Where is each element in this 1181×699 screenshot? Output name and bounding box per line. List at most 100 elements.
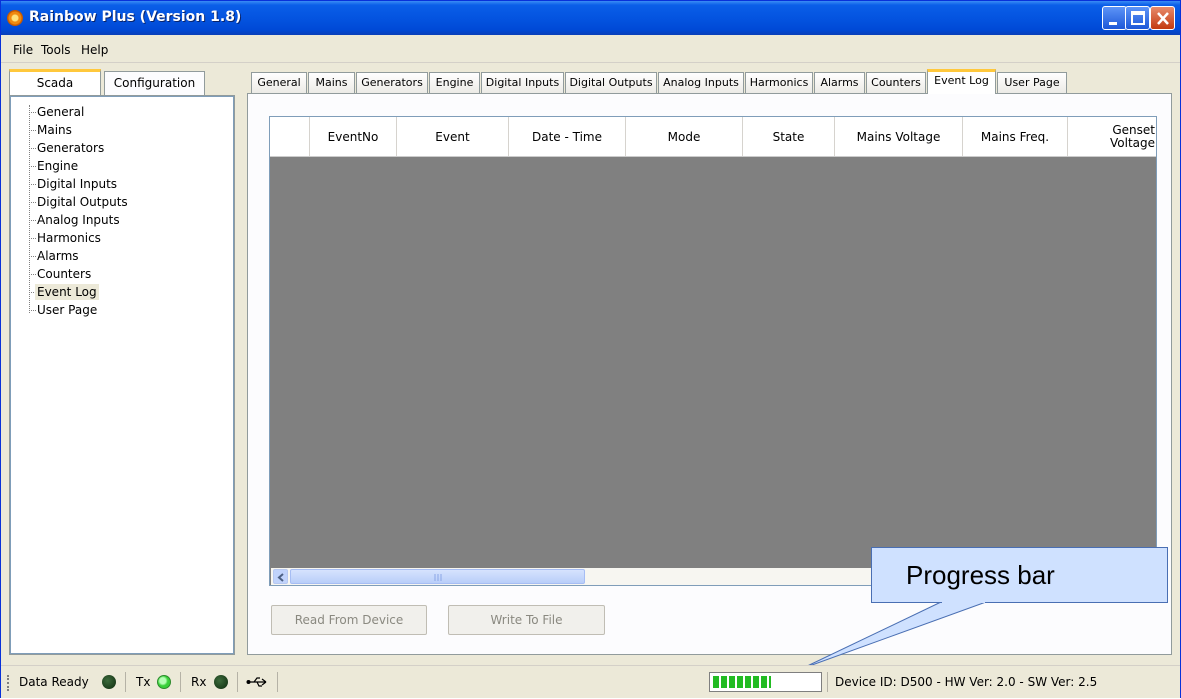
- tree-connector: [29, 130, 36, 131]
- menu-bar: File Tools Help: [1, 37, 1180, 63]
- column-header-label: Event: [435, 129, 470, 144]
- progress-bar-fill: [713, 676, 771, 688]
- progress-bar: [709, 672, 822, 692]
- status-bar: Data Ready Tx Rx Device ID: D500 - HW Ve…: [1, 665, 1180, 698]
- scroll-thumb[interactable]: [290, 569, 585, 584]
- column-header-mode[interactable]: Mode: [626, 117, 743, 156]
- tab-alarms[interactable]: Alarms: [814, 72, 865, 93]
- navigation-tree-panel: General Mains Generators Engine Digital …: [9, 95, 235, 655]
- column-header-event-no[interactable]: Event No: [310, 117, 397, 156]
- status-separator: [125, 672, 126, 692]
- write-to-file-button[interactable]: Write To File: [448, 605, 605, 635]
- chevron-left-icon: [277, 573, 284, 582]
- column-header-event[interactable]: Event: [397, 117, 509, 156]
- tree-item-generators[interactable]: Generators: [37, 140, 104, 156]
- tree-connector: [29, 220, 36, 221]
- menu-file[interactable]: File: [13, 43, 33, 57]
- tree-item-alarms[interactable]: Alarms: [37, 248, 79, 264]
- column-header-label: Mains Freq.: [980, 129, 1050, 144]
- tree-item-mains[interactable]: Mains: [37, 122, 72, 138]
- callout-text: Progress bar: [906, 560, 1055, 590]
- title-bar[interactable]: Rainbow Plus (Version 1.8): [1, 1, 1180, 35]
- tab-digital-inputs[interactable]: Digital Inputs: [481, 72, 564, 93]
- grip-icon: [434, 574, 442, 581]
- data-ready-indicator-icon: [102, 675, 116, 689]
- tab-digital-outputs[interactable]: Digital Outputs: [565, 72, 657, 93]
- navigation-tree[interactable]: General Mains Generators Engine Digital …: [10, 96, 234, 654]
- column-header-label: Date - Time: [531, 129, 602, 144]
- tree-connector: [29, 256, 36, 257]
- progress-bar-callout: Progress bar: [871, 547, 1168, 603]
- device-info-text: Device ID: D500 - HW Ver: 2.0 - SW Ver: …: [835, 675, 1098, 689]
- tree-item-counters[interactable]: Counters: [37, 266, 91, 282]
- app-window: Rainbow Plus (Version 1.8) File Tools He…: [0, 0, 1181, 698]
- column-header-label: Genset Voltage: [1110, 124, 1155, 150]
- rx-indicator-icon: [214, 675, 228, 689]
- tree-item-general[interactable]: General: [37, 104, 84, 120]
- tab-harmonics[interactable]: Harmonics: [745, 72, 813, 93]
- tab-counters[interactable]: Counters: [866, 72, 926, 93]
- tree-connector: [29, 310, 36, 311]
- tree-connector: [29, 166, 36, 167]
- tree-item-user-page[interactable]: User Page: [37, 302, 97, 318]
- usb-icon: [246, 677, 267, 687]
- event-log-table[interactable]: Event No Event Date - Time Mode State Mai…: [269, 116, 1157, 586]
- column-header-date-time[interactable]: Date - Time: [509, 117, 626, 156]
- tree-item-event-log[interactable]: Event Log: [35, 284, 99, 300]
- rx-label: Rx: [191, 675, 207, 689]
- grip-icon: [7, 675, 10, 691]
- maximize-button[interactable]: [1125, 6, 1150, 30]
- tab-configuration[interactable]: Configuration: [104, 71, 205, 95]
- column-header-genset-voltage[interactable]: Genset Voltage: [1068, 117, 1156, 156]
- tree-item-digital-outputs[interactable]: Digital Outputs: [37, 194, 128, 210]
- tree-item-digital-inputs[interactable]: Digital Inputs: [37, 176, 117, 192]
- tab-analog-inputs[interactable]: Analog Inputs: [658, 72, 744, 93]
- column-header-label: No: [362, 129, 379, 144]
- tab-general[interactable]: General: [251, 72, 307, 93]
- tree-item-analog-inputs[interactable]: Analog Inputs: [37, 212, 120, 228]
- tree-connector: [29, 202, 36, 203]
- column-header-state[interactable]: State: [743, 117, 835, 156]
- tree-connector: [29, 112, 36, 113]
- tab-mains[interactable]: Mains: [308, 72, 355, 93]
- maximize-icon: [1131, 11, 1145, 25]
- read-from-device-button[interactable]: Read From Device: [271, 605, 427, 635]
- tree-connector: [29, 238, 36, 239]
- tx-indicator-icon: [157, 675, 171, 689]
- column-header-label: State: [772, 129, 805, 144]
- tree-connector: [29, 105, 30, 313]
- column-header-label: Mode: [667, 129, 701, 144]
- rainbow-app-icon[interactable]: [7, 10, 23, 26]
- minimize-button[interactable]: [1102, 6, 1127, 30]
- menu-help[interactable]: Help: [81, 43, 108, 57]
- tree-connector: [29, 148, 36, 149]
- scroll-left-button[interactable]: [273, 569, 288, 584]
- tree-connector: [29, 184, 36, 185]
- menu-tools[interactable]: Tools: [41, 43, 71, 57]
- tab-event-log[interactable]: Event Log: [927, 69, 996, 94]
- tab-engine[interactable]: Engine: [429, 72, 480, 93]
- tree-connector: [29, 274, 36, 275]
- tx-label: Tx: [136, 675, 151, 689]
- tab-scada[interactable]: Scada: [9, 69, 101, 95]
- status-separator: [237, 672, 238, 692]
- tree-item-engine[interactable]: Engine: [37, 158, 78, 174]
- column-header-label: Voltage: [1109, 136, 1155, 150]
- column-header-label: Mains Voltage: [856, 129, 941, 144]
- window-title: Rainbow Plus (Version 1.8): [29, 9, 242, 25]
- column-header-label: Genset: [1112, 123, 1155, 137]
- column-header-row-selector[interactable]: [270, 117, 310, 156]
- close-button[interactable]: [1150, 6, 1175, 30]
- table-header: Event No Event Date - Time Mode State Mai…: [270, 117, 1156, 157]
- tree-item-harmonics[interactable]: Harmonics: [37, 230, 101, 246]
- tab-generators[interactable]: Generators: [356, 72, 428, 93]
- status-separator: [827, 672, 828, 692]
- status-separator: [277, 672, 278, 692]
- status-separator: [180, 672, 181, 692]
- column-header-mains-voltage[interactable]: Mains Voltage: [835, 117, 963, 156]
- column-header-mains-freq[interactable]: Mains Freq.: [963, 117, 1068, 156]
- data-ready-label: Data Ready: [19, 675, 89, 689]
- tab-user-page[interactable]: User Page: [997, 72, 1067, 93]
- close-icon: [1157, 12, 1169, 25]
- column-header-label: Event: [327, 129, 363, 144]
